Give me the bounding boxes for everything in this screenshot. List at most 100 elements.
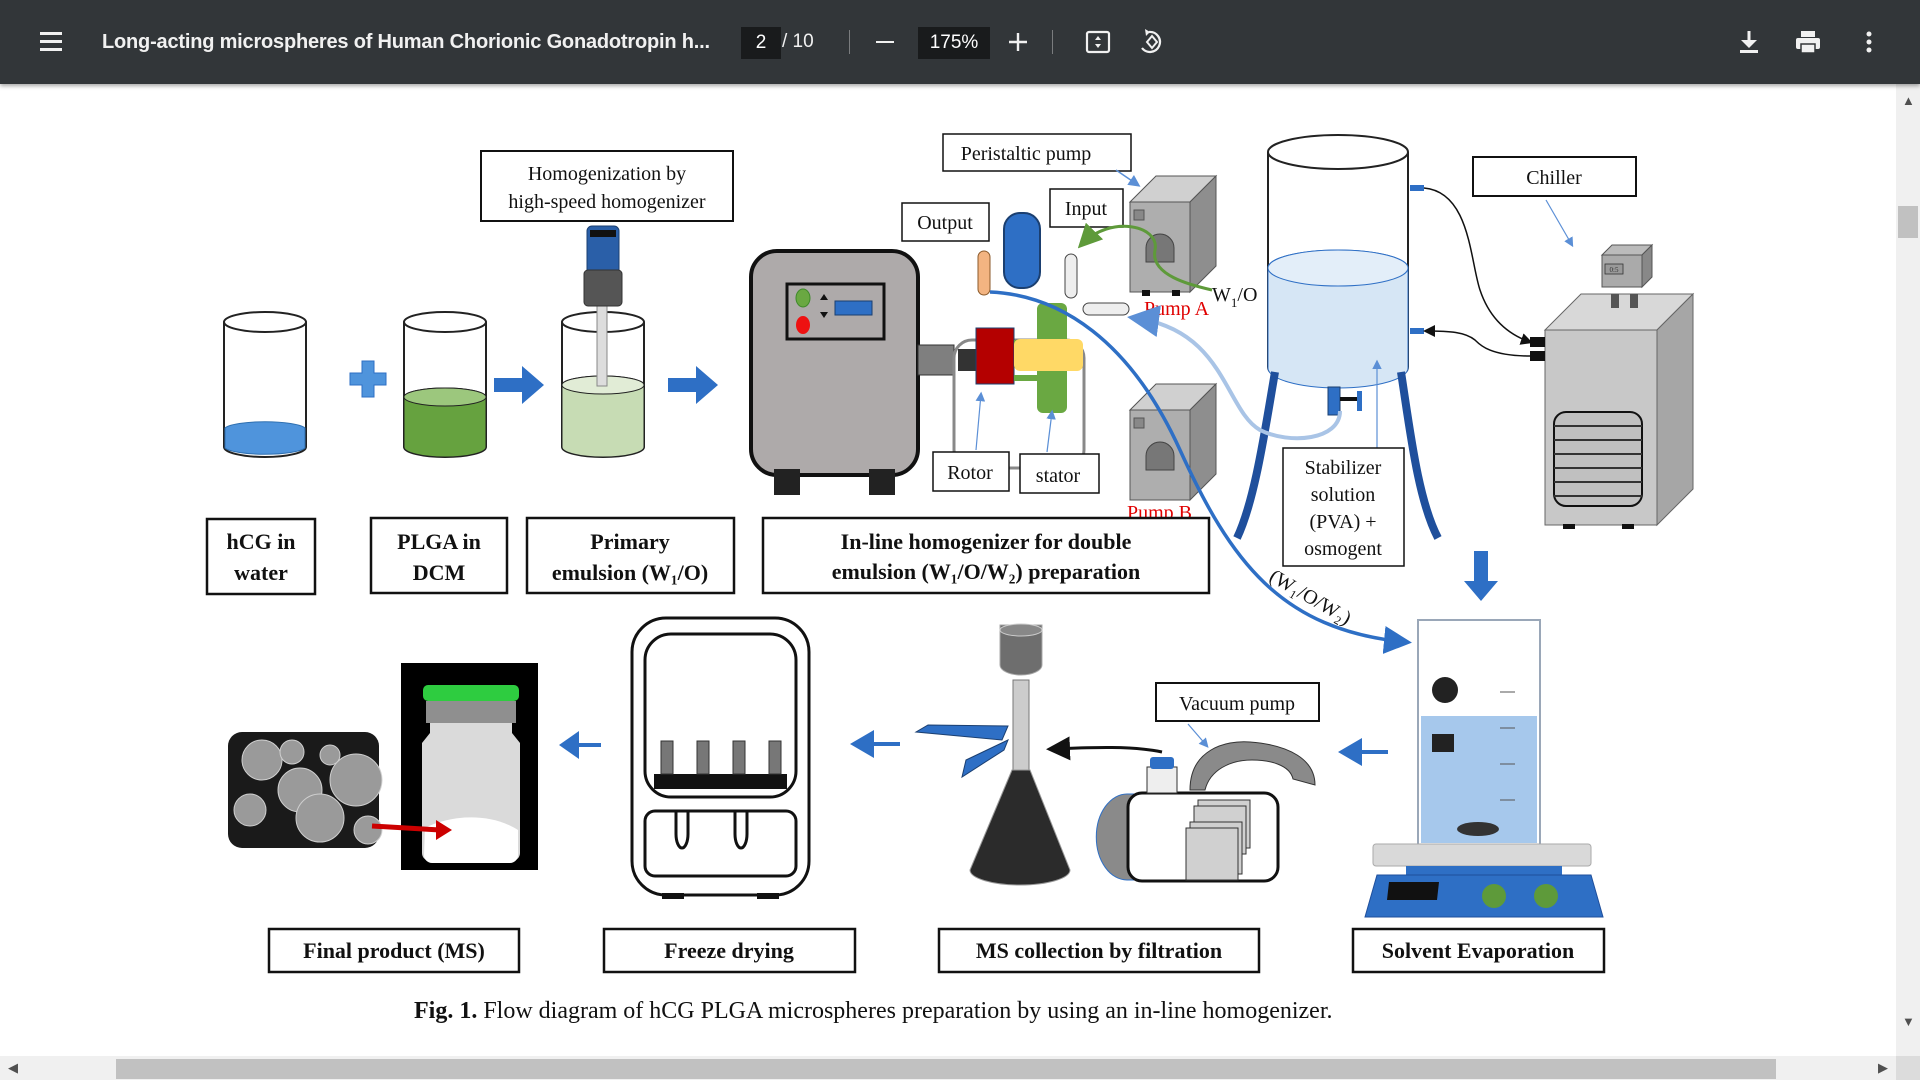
svg-text:Peristaltic pump: Peristaltic pump: [961, 143, 1092, 165]
vacuum-hose: [1046, 736, 1163, 761]
horizontal-scrollbar[interactable]: ◀ ▶: [0, 1056, 1896, 1080]
flow-arrow-down: [1464, 551, 1498, 601]
figure-caption: Fig. 1. Flow diagram of hCG PLGA microsp…: [414, 998, 1333, 1025]
svg-text:(PVA) +: (PVA) +: [1309, 511, 1376, 533]
svg-text:Solvent Evaporation: Solvent Evaporation: [1382, 938, 1575, 963]
svg-text:high-speed homogenizer: high-speed homogenizer: [508, 191, 705, 213]
w1o-label: W1/O: [1212, 284, 1257, 310]
chiller-unit: 0:5: [1530, 243, 1695, 529]
svg-text:Primary: Primary: [590, 529, 669, 554]
magnetic-stirrer-beaker: [1364, 619, 1604, 918]
output-label: Output: [901, 202, 990, 242]
svg-text:Homogenization by: Homogenization by: [528, 163, 686, 185]
scroll-down-arrow-icon[interactable]: ▼: [1902, 1015, 1915, 1028]
plus-icon: [1009, 33, 1027, 51]
homogenization-label-box: Homogenization by high-speed homogenizer: [480, 150, 734, 222]
svg-text:emulsion (W₁/O/W₂) preparation: emulsion (W₁/O/W₂) preparation: [832, 559, 1141, 584]
step-final-product: Final product (MS): [267, 927, 521, 974]
vertical-scroll-thumb[interactable]: [1898, 206, 1918, 238]
scroll-right-arrow-icon[interactable]: ▶: [1878, 1061, 1888, 1074]
pointer-arrow: [1115, 169, 1141, 187]
more-vertical-icon: [1866, 31, 1872, 53]
vacuum-pump-label: Vacuum pump: [1155, 682, 1320, 722]
download-button[interactable]: [1729, 22, 1769, 62]
toolbar-divider: [849, 30, 850, 54]
document-title: Long-acting microspheres of Human Chorio…: [102, 30, 710, 53]
plus-icon: [349, 360, 387, 398]
step-hcg-in-water: hCG in water: [205, 517, 317, 596]
beaker-plga-dcm: [403, 311, 487, 458]
svg-text:Vacuum pump: Vacuum pump: [1179, 693, 1295, 715]
stabilizer-label: Stabilizer solution (PVA) + osmogent: [1282, 447, 1405, 567]
step-inline-homogenizer: In-line homogenizer for double emulsion …: [761, 516, 1211, 595]
freeze-dryer: [630, 616, 811, 899]
svg-text:water: water: [234, 560, 288, 585]
chiller-label: Chiller: [1472, 156, 1637, 197]
download-icon: [1740, 31, 1758, 53]
flow-arrow-left: [1338, 738, 1388, 766]
svg-text:hCG in: hCG in: [226, 529, 295, 554]
svg-text:MS collection by filtration: MS collection by filtration: [976, 938, 1222, 963]
svg-text:In-line homogenizer for double: In-line homogenizer for double: [841, 529, 1132, 554]
svg-text:0:5: 0:5: [1610, 266, 1619, 274]
input-label: Input: [1049, 188, 1124, 228]
pointer-arrow: [1545, 199, 1574, 248]
sem-microspheres-image: [228, 732, 383, 848]
flow-arrow-right: [668, 366, 718, 404]
svg-text:Rotor: Rotor: [947, 462, 993, 484]
step-freeze-drying: Freeze drying: [602, 927, 857, 974]
scroll-left-arrow-icon[interactable]: ◀: [8, 1061, 18, 1074]
print-button[interactable]: [1788, 22, 1828, 62]
step-plga-in-dcm: PLGA in DCM: [369, 516, 509, 595]
zoom-out-button[interactable]: [865, 22, 905, 62]
toolbar-divider: [1052, 30, 1053, 54]
svg-text:solution: solution: [1311, 484, 1375, 506]
scroll-up-arrow-icon[interactable]: ▲: [1902, 94, 1915, 107]
flow-arrow-right: [494, 366, 544, 404]
vacuum-pump: [1095, 741, 1316, 883]
vial-photo: [401, 663, 538, 870]
rotate-button[interactable]: [1131, 22, 1171, 62]
fit-to-page-icon: [1085, 30, 1111, 54]
svg-text:Final product (MS): Final product (MS): [303, 938, 485, 963]
flow-arrow-left: [850, 730, 900, 758]
zoom-level-input[interactable]: [918, 27, 990, 59]
rotate-counterclockwise-icon: [1141, 29, 1162, 53]
vertical-scrollbar[interactable]: ▲ ▼: [1896, 84, 1920, 1056]
page-number-input[interactable]: [741, 27, 781, 59]
fit-to-page-button[interactable]: [1078, 22, 1118, 62]
svg-text:Freeze drying: Freeze drying: [664, 938, 794, 963]
step-primary-emulsion: Primary emulsion (W₁/O): [525, 516, 736, 595]
svg-text:Input: Input: [1065, 198, 1108, 220]
step-solvent-evaporation: Solvent Evaporation: [1351, 927, 1606, 974]
chiller-loop-tube: [1423, 187, 1533, 345]
pump-a-label: Pump A: [1144, 298, 1210, 320]
zoom-in-button[interactable]: [998, 22, 1038, 62]
more-options-button[interactable]: [1849, 22, 1889, 62]
svg-text:stator: stator: [1036, 465, 1081, 487]
flow-arrow-left: [559, 731, 601, 759]
caption-text: Flow diagram of hCG PLGA microspheres pr…: [483, 998, 1333, 1024]
hamburger-line: [40, 48, 62, 51]
print-icon: [1796, 31, 1820, 54]
hamburger-menu-icon: [40, 32, 62, 35]
peristaltic-pump-label: Peristaltic pump: [942, 133, 1132, 172]
caption-label: Fig. 1.: [414, 998, 478, 1024]
svg-text:DCM: DCM: [413, 560, 466, 585]
peristaltic-pump-b: [1128, 382, 1218, 502]
filtration-flask: [914, 623, 1071, 886]
menu-button[interactable]: [30, 22, 70, 62]
page-total: / 10: [782, 31, 814, 52]
svg-text:Stabilizer: Stabilizer: [1305, 457, 1382, 479]
rotor-label: Rotor: [932, 451, 1010, 492]
scrollbar-corner: [1896, 1056, 1920, 1080]
flow-diagram-figure: Homogenization by high-speed homogenizer: [205, 133, 1695, 974]
svg-text:Output: Output: [917, 212, 973, 234]
horizontal-scroll-thumb[interactable]: [116, 1059, 1776, 1079]
stator-label: stator: [1019, 453, 1100, 494]
svg-text:osmogent: osmogent: [1304, 538, 1382, 560]
pointer-arrow: [1187, 723, 1209, 748]
minus-icon: [876, 41, 894, 43]
pdf-toolbar: Long-acting microspheres of Human Chorio…: [0, 0, 1920, 84]
pdf-viewer: Homogenization by high-speed homogenizer: [0, 84, 1896, 1056]
